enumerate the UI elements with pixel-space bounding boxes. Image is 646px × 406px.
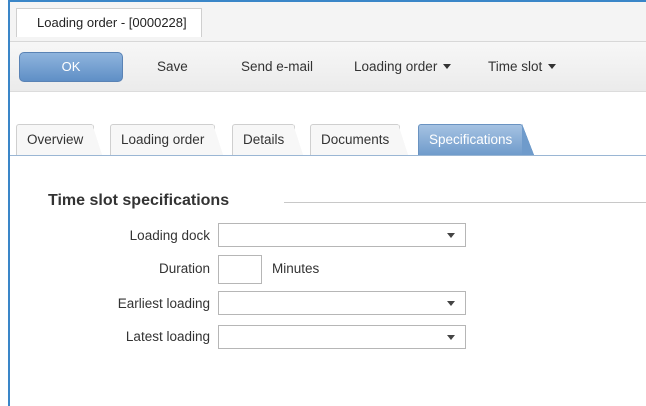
dropdown-arrow-icon[interactable] [447, 301, 455, 306]
chevron-down-icon [548, 63, 557, 69]
loading-dock-select[interactable] [218, 223, 466, 247]
duration-input[interactable] [218, 255, 262, 284]
loading-order-menu[interactable]: Loading order [354, 52, 452, 82]
duration-unit: Minutes [272, 261, 320, 276]
tab-specifications[interactable]: Specifications [418, 124, 535, 155]
time-slot-menu-label: Time slot [488, 59, 543, 74]
latest-loading-select[interactable] [218, 325, 466, 349]
ok-button[interactable]: OK [19, 52, 123, 82]
time-slot-menu[interactable]: Time slot [488, 52, 557, 82]
dropdown-arrow-icon[interactable] [447, 233, 455, 238]
loading-order-menu-label: Loading order [354, 59, 438, 74]
tab-loading-order[interactable]: Loading order [110, 124, 224, 155]
duration-label: Duration [158, 261, 210, 276]
tab-details[interactable]: Details [232, 124, 304, 155]
section-divider [284, 202, 646, 203]
window-title-tab[interactable]: Loading order - [0000228] [16, 8, 202, 37]
chevron-down-icon [443, 63, 452, 69]
tab-overview[interactable]: Overview [16, 124, 103, 155]
tab-documents[interactable]: Documents [310, 124, 409, 155]
loading-dock-label: Loading dock [129, 228, 210, 243]
window-title: Loading order - [0000228] [37, 15, 187, 30]
section-title: Time slot specifications [48, 192, 230, 209]
tab-strip: Overview Loading order Details Documents… [10, 120, 646, 156]
dropdown-arrow-icon[interactable] [447, 335, 455, 340]
title-bar: Loading order - [0000228] [10, 2, 646, 42]
earliest-loading-label: Earliest loading [117, 296, 210, 311]
send-email-button[interactable]: Send e-mail [241, 52, 313, 82]
save-button[interactable]: Save [157, 52, 188, 82]
latest-loading-label: Latest loading [125, 329, 210, 344]
earliest-loading-select[interactable] [218, 291, 466, 315]
toolbar: OK Save Send e-mail Loading order Time s… [10, 42, 646, 92]
